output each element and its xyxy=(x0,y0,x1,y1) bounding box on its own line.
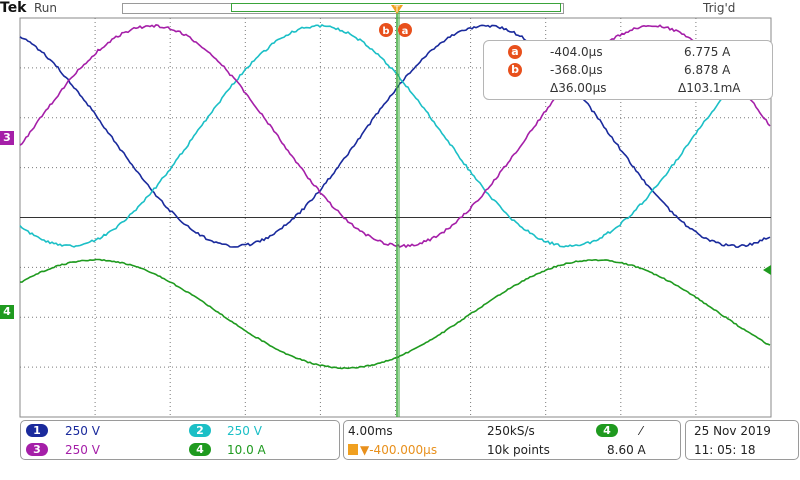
cursor-a-readout: a -404.0µs 6.775 A xyxy=(484,44,772,62)
trigger-marker-label: T xyxy=(393,5,400,15)
ch4-ground-marker[interactable]: 4 xyxy=(0,305,14,319)
cursor-a-time: -404.0µs xyxy=(550,45,603,59)
record-length: 10k points xyxy=(487,443,550,457)
channel-settings-box[interactable]: 1 250 V 2 250 V 3 250 V 4 10.0 A xyxy=(20,420,340,460)
cursor-b-time: -368.0µs xyxy=(550,63,603,77)
ch3-ground-marker[interactable]: 3 xyxy=(0,131,14,145)
trigger-source-badge[interactable]: 4 xyxy=(596,424,618,437)
ch4-badge[interactable]: 4 xyxy=(189,443,211,456)
cursor-b-badge: b xyxy=(508,63,522,77)
cursor-delta-readout: Δ36.00µs Δ103.1mA xyxy=(484,80,772,98)
cursor-delta-time: Δ36.00µs xyxy=(550,81,606,95)
ch3-badge[interactable]: 3 xyxy=(26,443,48,456)
trigger-slope-icon: ⁄ xyxy=(640,424,642,438)
trigger-level: 8.60 A xyxy=(607,443,646,457)
ch1-scale: 250 V xyxy=(65,424,100,438)
datetime-box: 25 Nov 2019 11: 05: 18 xyxy=(685,420,799,460)
cursor-a-handle-label: a xyxy=(402,26,409,37)
trigger-position-icon xyxy=(348,444,358,455)
cursor-b-handle-label: b xyxy=(382,26,389,37)
ch2-badge[interactable]: 2 xyxy=(189,424,211,437)
trigger-position-marker[interactable]: T xyxy=(391,5,403,15)
cursor-a-handle[interactable]: a xyxy=(398,23,412,37)
cursor-a-badge: a xyxy=(508,45,522,59)
ch4-marker-label: 4 xyxy=(3,305,11,318)
cursor-b-readout: b -368.0µs 6.878 A xyxy=(484,62,772,80)
ch1-badge[interactable]: 1 xyxy=(26,424,48,437)
ch3-scale: 250 V xyxy=(65,443,100,457)
date-display: 25 Nov 2019 xyxy=(694,424,771,438)
settings-readout-bar: 1 250 V 2 250 V 3 250 V 4 10.0 A 4.00ms … xyxy=(0,418,800,480)
time-display: 11: 05: 18 xyxy=(694,443,756,457)
sample-rate: 250kS/s xyxy=(487,424,535,438)
ch3-marker-label: 3 xyxy=(3,131,11,144)
cursor-b-value: 6.878 A xyxy=(684,63,730,77)
ch4-scale: 10.0 A xyxy=(227,443,266,457)
cursor-b-handle[interactable]: b xyxy=(379,23,393,37)
cursor-a-value: 6.775 A xyxy=(684,45,730,59)
cursor-delta-value: Δ103.1mA xyxy=(678,81,740,95)
trigger-position-value: ▼-400.000µs xyxy=(360,443,437,457)
trigger-position: ▼-400.000µs xyxy=(348,443,437,457)
horizontal-trigger-settings-box[interactable]: 4.00ms 250kS/s 4 ⁄ ▼-400.000µs 10k point… xyxy=(343,420,681,460)
cursor-readout-panel: a -404.0µs 6.775 A b -368.0µs 6.878 A Δ3… xyxy=(483,40,773,100)
timebase-scale: 4.00ms xyxy=(348,424,393,438)
ch2-scale: 250 V xyxy=(227,424,262,438)
